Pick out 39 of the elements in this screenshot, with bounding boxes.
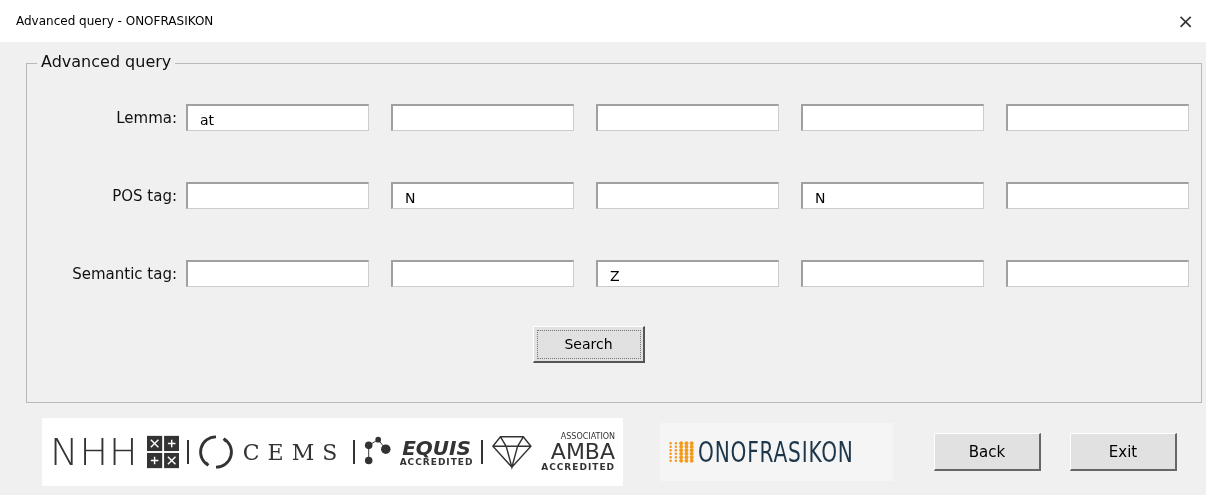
field-label: Semantic tag: [71, 264, 177, 283]
logo-subtext: ACCREDITED [399, 457, 474, 467]
input-field[interactable] [801, 104, 984, 131]
separator-bar [481, 440, 484, 464]
group-title: Advanced query [37, 52, 176, 71]
separator-bar [353, 440, 356, 464]
field-label: POS tag: [111, 186, 177, 205]
input-field[interactable] [596, 104, 779, 131]
diamond-icon [491, 434, 534, 470]
logo-text: EQUIS [402, 437, 471, 458]
logo-text: AMBA [550, 440, 615, 463]
back-button[interactable]: Back [934, 433, 1041, 471]
input-field[interactable]: at [186, 104, 369, 131]
search-button[interactable]: Search [533, 326, 645, 363]
input-field[interactable]: Z [596, 260, 779, 287]
input-field[interactable] [1006, 104, 1189, 131]
input-field[interactable]: N [391, 182, 574, 209]
logo-subtext: ACCREDITED [541, 462, 615, 472]
field-label: Lemma: [115, 108, 177, 127]
logo-text: NHH [50, 430, 139, 474]
input-field[interactable] [801, 260, 984, 287]
brand-name: ONOFRASIKON [698, 435, 855, 469]
close-button[interactable]: × [1175, 9, 1196, 33]
input-field[interactable] [1006, 182, 1189, 209]
exit-button[interactable]: Exit [1070, 433, 1177, 471]
logo-subtext: ASSOCIATION [560, 432, 615, 441]
window-title: Advanced query - ONOFRASIKON [16, 14, 214, 28]
input-field[interactable] [186, 182, 369, 209]
separator-bar [186, 440, 189, 464]
input-field[interactable] [596, 182, 779, 209]
swirl-icon [196, 432, 235, 472]
input-field[interactable] [186, 260, 369, 287]
logo-text: CEMS [242, 439, 346, 465]
input-field[interactable]: N [801, 182, 984, 209]
input-field[interactable] [391, 260, 574, 287]
dots-icon [668, 439, 695, 465]
input-field[interactable] [391, 104, 574, 131]
crest-icon [146, 435, 179, 469]
input-field[interactable] [1006, 260, 1189, 287]
